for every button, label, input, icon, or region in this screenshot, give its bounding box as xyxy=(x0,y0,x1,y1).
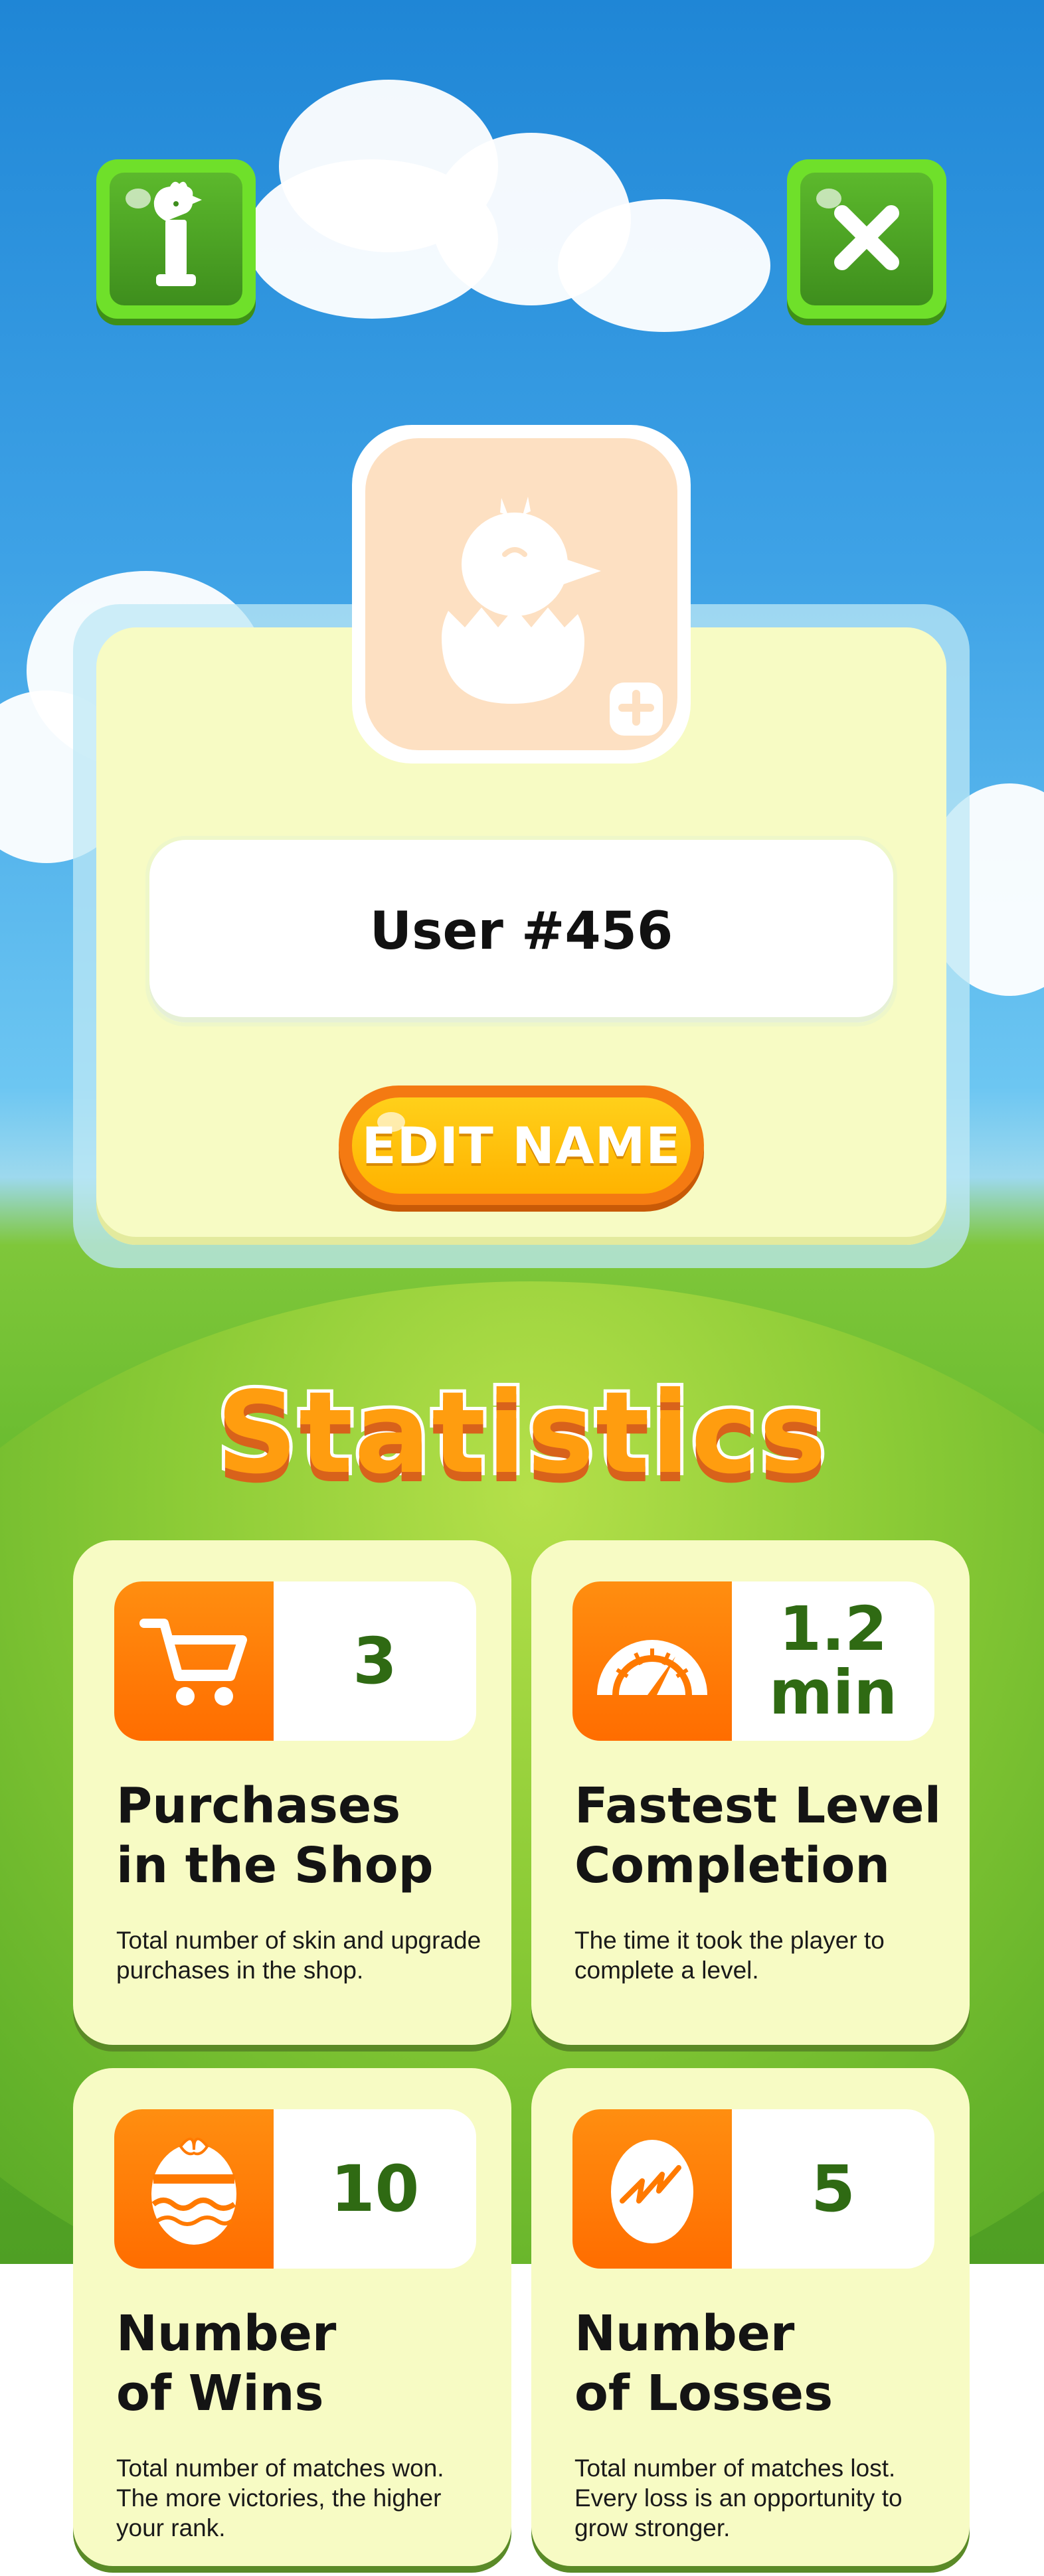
stat-title-line: Purchases xyxy=(116,1777,401,1834)
close-x-icon xyxy=(830,201,903,277)
stat-card-wins: 10 Number of Wins Total number of matche… xyxy=(73,2068,511,2566)
stat-header: 3 xyxy=(114,1581,476,1741)
shopping-cart-icon xyxy=(137,1603,250,1719)
cloud xyxy=(558,199,770,332)
avatar-button[interactable] xyxy=(352,425,691,764)
statistics-title: Statistics xyxy=(213,1364,830,1502)
stat-title: Fastest Level Completion xyxy=(574,1776,946,1895)
stat-card-purchases: 3 Purchases in the Shop Total number of … xyxy=(73,1540,511,2045)
stat-card-losses: 5 Number of Losses Total number of match… xyxy=(531,2068,970,2566)
close-button[interactable] xyxy=(787,159,946,319)
stat-header: 10 xyxy=(114,2109,476,2269)
easter-egg-icon xyxy=(144,2128,244,2250)
stat-value-unit: min xyxy=(769,1657,897,1728)
stat-title: Number of Losses xyxy=(574,2304,946,2423)
cracked-egg-icon xyxy=(602,2128,702,2250)
username-field[interactable]: User #456 xyxy=(149,840,893,1022)
stat-title: Number of Wins xyxy=(116,2304,488,2423)
stat-value: 1.2 min xyxy=(732,1581,934,1741)
stat-title-line: of Wins xyxy=(116,2365,324,2422)
stat-description: Total number of matches lost. Every loss… xyxy=(574,2455,903,2541)
stat-value-number: 1.2 xyxy=(779,1593,887,1664)
plus-icon xyxy=(618,690,654,728)
username-text: User #456 xyxy=(369,901,673,961)
stat-description: Total number of skin and upgrade purchas… xyxy=(116,1927,481,1984)
stat-value: 3 xyxy=(353,1624,397,1698)
stat-title-line: of Losses xyxy=(574,2365,833,2422)
avatar xyxy=(365,438,677,750)
stat-icon-box xyxy=(572,1581,732,1741)
stat-title-line: Completion xyxy=(574,1837,891,1894)
stat-header: 5 xyxy=(572,2109,934,2269)
stat-value: 5 xyxy=(811,2152,855,2226)
stat-title-line: in the Shop xyxy=(116,1837,434,1894)
edit-name-label: EDIT NAME xyxy=(361,1115,681,1175)
speedometer-icon xyxy=(589,1617,715,1706)
edit-name-button[interactable]: EDIT NAME xyxy=(339,1086,704,1205)
stat-icon-box xyxy=(114,1581,274,1741)
stat-header: 1.2 min xyxy=(572,1581,934,1741)
avatar-add-badge xyxy=(610,683,663,736)
stat-description: Total number of matches won. The more vi… xyxy=(116,2455,444,2541)
stat-description: The time it took the player to complete … xyxy=(574,1927,885,1984)
stat-title: Purchases in the Shop xyxy=(116,1776,488,1895)
info-button[interactable] xyxy=(96,159,256,319)
stat-value: 10 xyxy=(330,2152,420,2226)
hatching-chick-icon xyxy=(428,485,614,713)
stat-title-line: Number xyxy=(116,2305,337,2362)
stat-icon-box xyxy=(114,2109,274,2269)
stat-card-fastest-level: 1.2 min Fastest Level Completion The tim… xyxy=(531,1540,970,2045)
stat-title-line: Number xyxy=(574,2305,795,2362)
stat-icon-box xyxy=(572,2109,732,2269)
stat-title-line: Fastest Level xyxy=(574,1777,942,1834)
